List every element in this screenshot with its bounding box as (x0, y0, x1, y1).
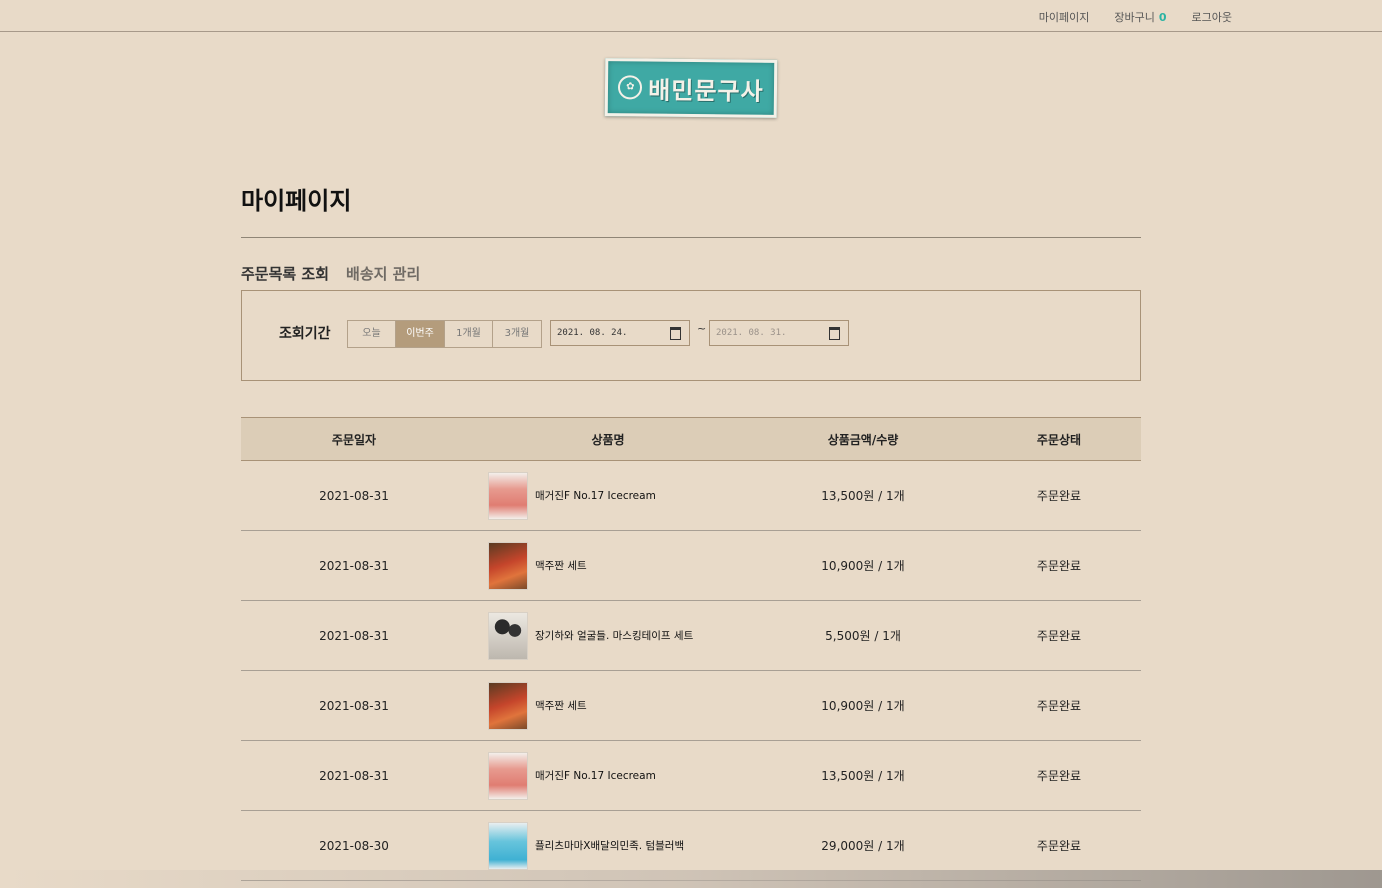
calendar-icon[interactable] (670, 327, 681, 340)
period-3-months-button[interactable]: 3개월 (493, 321, 541, 347)
order-table: 주문일자 상품명 상품금액/수량 주문상태 2021-08-31 매거진F No… (241, 417, 1141, 881)
product-cell[interactable]: 매거진F No.17 Icecream (488, 461, 656, 530)
logo-text: 배민문구사 (648, 76, 764, 106)
price-quantity: 13,500원 / 1개 (821, 769, 905, 783)
price-quantity: 10,900원 / 1개 (821, 559, 905, 573)
product-cell[interactable]: 매거진F No.17 Icecream (488, 741, 656, 810)
page-bottom-shadow (0, 870, 1382, 888)
period-filter: 조회기간 오늘 이번주 1개월 3개월 2021. 08. 24. ~ 2021… (241, 290, 1141, 381)
table-row[interactable]: 2021-08-31 맥주짠 세트 10,900원 / 1개 주문완료 (241, 531, 1141, 601)
table-row[interactable]: 2021-08-31 맥주짠 세트 10,900원 / 1개 주문완료 (241, 671, 1141, 741)
product-thumbnail[interactable] (488, 751, 528, 800)
product-thumbnail[interactable] (488, 471, 528, 520)
product-thumbnail[interactable] (488, 821, 528, 870)
product-cell[interactable]: 맥주짠 세트 (488, 671, 587, 740)
product-thumbnail[interactable] (488, 681, 528, 730)
tab-shipping-address[interactable]: 배송지 관리 (346, 263, 420, 284)
logout-link[interactable]: 로그아웃 (1192, 9, 1232, 25)
mypage-link[interactable]: 마이페이지 (1039, 9, 1090, 25)
order-date: 2021-08-31 (319, 698, 389, 713)
product-name[interactable]: 매거진F No.17 Icecream (535, 768, 656, 783)
end-date-value: 2021. 08. 31. (716, 328, 787, 338)
header-product-name: 상품명 (591, 432, 625, 447)
start-date-value: 2021. 08. 24. (557, 328, 628, 338)
product-name[interactable]: 장기하와 얼굴들. 마스킹테이프 세트 (535, 628, 693, 643)
header-price-quantity: 상품금액/수량 (827, 432, 899, 447)
table-row[interactable]: 2021-08-31 매거진F No.17 Icecream 13,500원 /… (241, 461, 1141, 531)
period-1-month-button[interactable]: 1개월 (445, 321, 493, 347)
product-name[interactable]: 맥주짠 세트 (535, 698, 587, 713)
product-cell[interactable]: 장기하와 얼굴들. 마스킹테이프 세트 (488, 601, 693, 670)
product-name[interactable]: 플리츠마마X배달의민족. 텀블러백 (535, 838, 684, 853)
order-status: 주문완료 (1036, 769, 1082, 783)
top-bar: 마이페이지 장바구니 0 로그아웃 (0, 0, 1382, 32)
order-status: 주문완료 (1036, 629, 1082, 643)
cart-label: 장바구니 (1114, 11, 1155, 24)
cart-count-badge: 0 (1158, 11, 1167, 24)
order-status: 주문완료 (1036, 559, 1082, 573)
header-order-status: 주문상태 (1036, 432, 1082, 447)
tab-order-list[interactable]: 주문목록 조회 (241, 263, 329, 284)
order-date: 2021-08-31 (319, 558, 389, 573)
order-date: 2021-08-31 (319, 768, 389, 783)
title-divider (241, 237, 1141, 238)
date-separator: ~ (697, 322, 707, 335)
product-name[interactable]: 맥주짠 세트 (535, 558, 587, 573)
logo-link[interactable]: ✿ 배민문구사 (602, 56, 778, 118)
price-quantity: 5,500원 / 1개 (825, 629, 901, 643)
logo: ✿ 배민문구사 (604, 58, 778, 118)
product-thumbnail[interactable] (488, 611, 528, 660)
period-this-week-button[interactable]: 이번주 (396, 321, 445, 347)
price-quantity: 13,500원 / 1개 (821, 489, 905, 503)
order-status: 주문완료 (1036, 489, 1082, 503)
table-header: 주문일자 상품명 상품금액/수량 주문상태 (241, 417, 1141, 461)
tab-bar: 주문목록 조회 배송지 관리 (241, 263, 420, 284)
order-status: 주문완료 (1036, 699, 1082, 713)
price-quantity: 10,900원 / 1개 (821, 699, 905, 713)
period-today-button[interactable]: 오늘 (348, 321, 396, 347)
product-thumbnail[interactable] (488, 541, 528, 590)
top-nav: 마이페이지 장바구니 0 로그아웃 (1039, 9, 1232, 25)
table-row[interactable]: 2021-08-31 매거진F No.17 Icecream 13,500원 /… (241, 741, 1141, 811)
calendar-icon[interactable] (829, 327, 840, 340)
period-label: 조회기간 (279, 326, 331, 342)
page-title: 마이페이지 (241, 187, 352, 215)
header-order-date: 주문일자 (331, 432, 377, 447)
start-date-input[interactable]: 2021. 08. 24. (550, 320, 690, 346)
table-row[interactable]: 2021-08-31 장기하와 얼굴들. 마스킹테이프 세트 5,500원 / … (241, 601, 1141, 671)
cart-link[interactable]: 장바구니 0 (1114, 9, 1166, 25)
product-name[interactable]: 매거진F No.17 Icecream (535, 488, 656, 503)
order-date: 2021-08-31 (319, 488, 389, 503)
order-date: 2021-08-31 (319, 628, 389, 643)
end-date-input[interactable]: 2021. 08. 31. (709, 320, 849, 346)
period-button-group: 오늘 이번주 1개월 3개월 (347, 320, 542, 348)
product-cell[interactable]: 맥주짠 세트 (488, 531, 587, 600)
b-seal-icon: ✿ (618, 75, 643, 100)
